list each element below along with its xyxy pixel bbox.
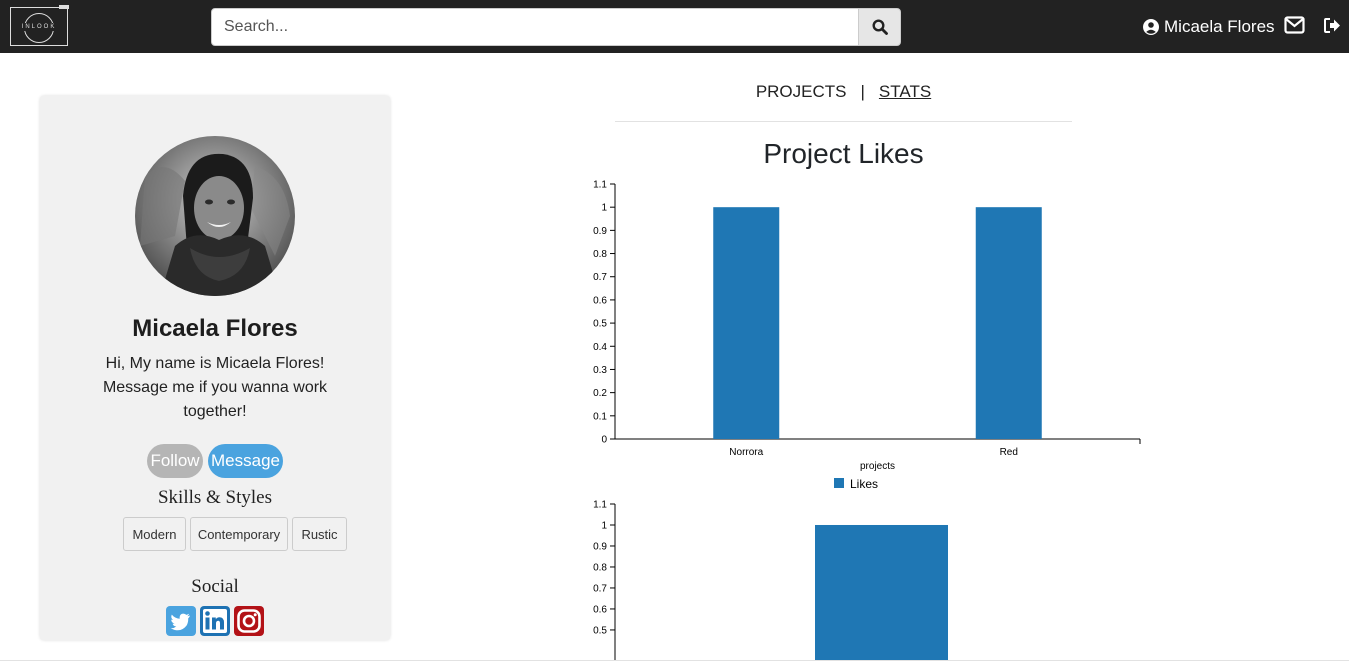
twitter-icon[interactable] xyxy=(166,606,196,636)
message-button[interactable]: Message xyxy=(208,444,283,478)
y-tick-label: 0 xyxy=(601,435,607,446)
y-tick-label: 0.7 xyxy=(593,272,607,283)
y-tick-label: 0.1 xyxy=(593,411,607,422)
instagram-icon[interactable] xyxy=(234,606,264,636)
y-tick-label: 1.1 xyxy=(593,180,607,191)
skill-tag-contemporary: Contemporary xyxy=(190,517,288,551)
skill-tag-modern: Modern xyxy=(123,517,186,551)
y-tick-label: 1 xyxy=(601,520,607,531)
tab-separator: | xyxy=(860,82,865,101)
y-tick-label: 0.4 xyxy=(593,342,607,353)
linkedin-icon[interactable] xyxy=(200,606,230,636)
search-input[interactable] xyxy=(211,8,859,46)
logout-button[interactable] xyxy=(1324,18,1341,38)
x-tick-label: Norrora xyxy=(729,447,763,458)
y-tick-label: 0.5 xyxy=(593,319,607,330)
legend-label: Likes xyxy=(850,477,878,491)
profile-card: Micaela Flores Hi, My name is Micaela Fl… xyxy=(40,96,390,640)
y-tick-label: 0.6 xyxy=(593,604,607,615)
x-tick-label: Red xyxy=(1000,447,1018,458)
y-tick-label: 0.9 xyxy=(593,541,607,552)
y-tick-label: 0.3 xyxy=(593,365,607,376)
bar xyxy=(975,207,1042,439)
social-title: Social xyxy=(191,576,239,597)
avatar xyxy=(135,136,295,296)
likes-chart: 0 0.1 0.2 0.3 0.4 0.5 0.6 0.7 0.8 0.9 1 1.1 Norrora R… xyxy=(593,180,1141,491)
y-tick-label: 0.5 xyxy=(593,625,607,636)
chart-title: Project Likes xyxy=(763,138,924,169)
tab-projects[interactable]: PROJECTS xyxy=(756,82,847,101)
profile-bio: Hi, My name is Micaela Flores! Message m… xyxy=(102,355,328,420)
sign-out-icon xyxy=(1324,18,1340,33)
bar xyxy=(815,524,948,661)
envelope-icon xyxy=(1284,16,1305,34)
y-tick-label: 1 xyxy=(601,203,607,214)
skill-tag-rustic: Rustic xyxy=(292,517,347,551)
y-tick-label: 0.8 xyxy=(593,562,607,573)
search-button[interactable] xyxy=(858,8,901,46)
y-tick-label: 0.2 xyxy=(593,388,607,399)
user-name: Micaela Flores xyxy=(1164,17,1275,36)
legend-swatch xyxy=(834,478,844,488)
skills-title: Skills & Styles xyxy=(157,487,273,508)
y-tick-label: 0.9 xyxy=(593,226,607,237)
tabs-divider xyxy=(615,121,1072,122)
x-axis-label: projects xyxy=(860,461,895,472)
profile-name: Micaela Flores xyxy=(132,315,298,342)
second-likes-chart: 0.5 0.6 0.7 0.8 0.9 1 1.1 xyxy=(593,500,948,661)
top-navbar: INLOOK Micaela Flores xyxy=(0,0,1349,53)
search-icon xyxy=(871,19,888,35)
profile-tabs: PROJECTS | STATS xyxy=(615,82,1072,102)
tab-stats[interactable]: STATS xyxy=(879,82,931,101)
y-tick-label: 1.1 xyxy=(593,500,607,511)
y-tick-label: 0.7 xyxy=(593,583,607,594)
brand-logo[interactable]: INLOOK xyxy=(10,5,69,46)
follow-button[interactable]: Follow xyxy=(147,444,203,478)
y-tick-label: 0.6 xyxy=(593,295,607,306)
bar xyxy=(713,207,780,439)
user-menu[interactable]: Micaela Flores xyxy=(1143,16,1275,38)
logo-text: INLOOK xyxy=(11,23,67,31)
user-circle-icon xyxy=(1143,19,1159,35)
messages-button[interactable] xyxy=(1284,16,1305,39)
y-tick-label: 0.8 xyxy=(593,249,607,260)
